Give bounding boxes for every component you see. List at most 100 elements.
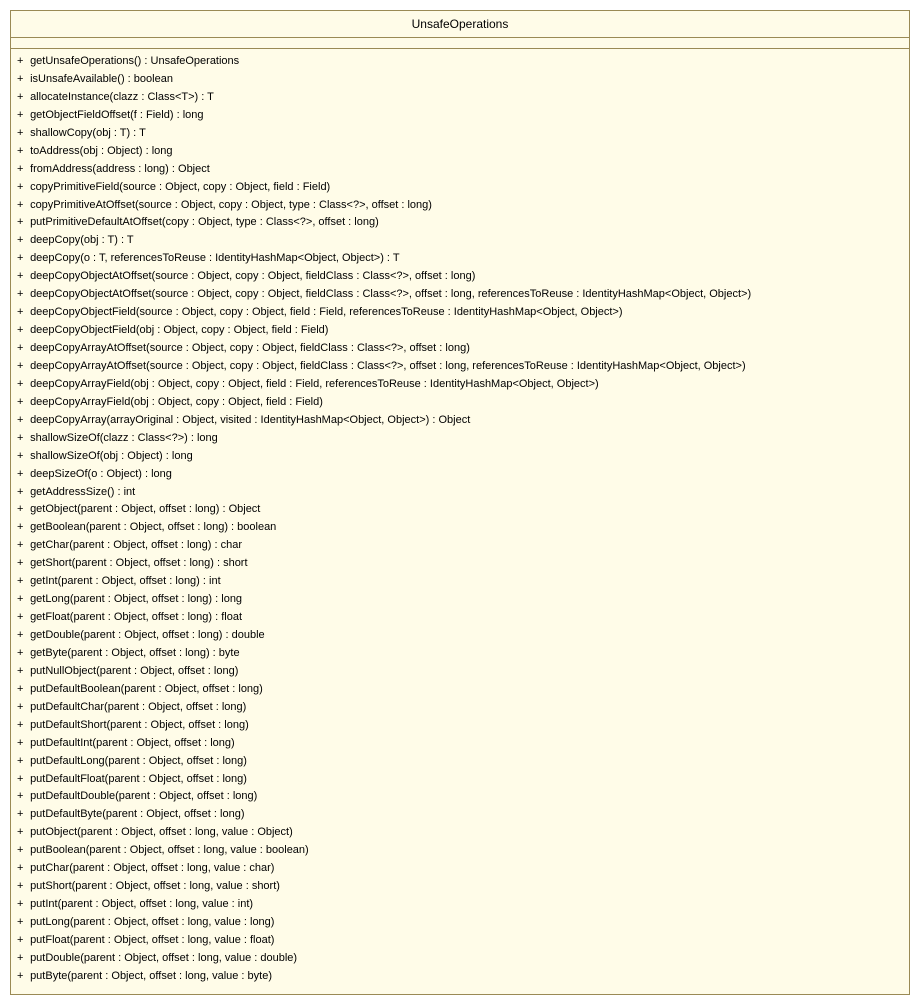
visibility-marker: + — [17, 969, 27, 985]
method-line: + getFloat(parent : Object, offset : lon… — [17, 609, 903, 627]
method-signature: shallowSizeOf(obj : Object) : long — [30, 450, 193, 462]
visibility-marker: + — [17, 897, 27, 913]
method-line: + putPrimitiveDefaultAtOffset(copy : Obj… — [17, 214, 903, 232]
method-line: + copyPrimitiveField(source : Object, co… — [17, 179, 903, 197]
method-line: + copyPrimitiveAtOffset(source : Object,… — [17, 197, 903, 215]
method-signature: putLong(parent : Object, offset : long, … — [30, 916, 274, 928]
visibility-marker: + — [17, 682, 27, 698]
method-signature: deepCopyArrayAtOffset(source : Object, c… — [30, 360, 746, 372]
methods-compartment: + getUnsafeOperations() : UnsafeOperatio… — [11, 49, 909, 994]
method-signature: deepCopyObjectAtOffset(source : Object, … — [30, 270, 475, 282]
visibility-marker: + — [17, 807, 27, 823]
visibility-marker: + — [17, 215, 27, 231]
method-line: + deepCopyArrayField(obj : Object, copy … — [17, 376, 903, 394]
method-line: + deepCopyObjectField(source : Object, c… — [17, 304, 903, 322]
method-line: + getInt(parent : Object, offset : long)… — [17, 573, 903, 591]
method-line: + getObjectFieldOffset(f : Field) : long — [17, 107, 903, 125]
visibility-marker: + — [17, 72, 27, 88]
method-line: + deepCopyObjectAtOffset(source : Object… — [17, 268, 903, 286]
visibility-marker: + — [17, 628, 27, 644]
method-line: + putFloat(parent : Object, offset : lon… — [17, 932, 903, 950]
method-line: + putDefaultLong(parent : Object, offset… — [17, 753, 903, 771]
visibility-marker: + — [17, 395, 27, 411]
visibility-marker: + — [17, 538, 27, 554]
method-signature: deepCopy(o : T, referencesToReuse : Iden… — [30, 252, 400, 264]
method-signature: getBoolean(parent : Object, offset : lon… — [30, 521, 276, 533]
method-signature: putDefaultBoolean(parent : Object, offse… — [30, 683, 263, 695]
visibility-marker: + — [17, 789, 27, 805]
visibility-marker: + — [17, 825, 27, 841]
method-line: + getBoolean(parent : Object, offset : l… — [17, 519, 903, 537]
method-signature: getDouble(parent : Object, offset : long… — [30, 629, 265, 641]
visibility-marker: + — [17, 592, 27, 608]
visibility-marker: + — [17, 610, 27, 626]
method-signature: deepCopyObjectField(obj : Object, copy :… — [30, 324, 328, 336]
method-signature: deepCopyObjectField(source : Object, cop… — [30, 306, 622, 318]
method-line: + putLong(parent : Object, offset : long… — [17, 914, 903, 932]
method-line: + getShort(parent : Object, offset : lon… — [17, 555, 903, 573]
visibility-marker: + — [17, 718, 27, 734]
visibility-marker: + — [17, 843, 27, 859]
method-line: + getDouble(parent : Object, offset : lo… — [17, 627, 903, 645]
visibility-marker: + — [17, 54, 27, 70]
method-line: + shallowSizeOf(obj : Object) : long — [17, 448, 903, 466]
method-signature: putInt(parent : Object, offset : long, v… — [30, 898, 253, 910]
method-line: + deepCopyArrayAtOffset(source : Object,… — [17, 340, 903, 358]
method-signature: shallowSizeOf(clazz : Class<?>) : long — [30, 432, 218, 444]
visibility-marker: + — [17, 413, 27, 429]
method-line: + putDefaultFloat(parent : Object, offse… — [17, 771, 903, 789]
method-signature: putChar(parent : Object, offset : long, … — [30, 862, 274, 874]
visibility-marker: + — [17, 323, 27, 339]
method-line: + deepCopy(o : T, referencesToReuse : Id… — [17, 250, 903, 268]
method-line: + isUnsafeAvailable() : boolean — [17, 71, 903, 89]
method-line: + toAddress(obj : Object) : long — [17, 143, 903, 161]
method-line: + shallowCopy(obj : T) : T — [17, 125, 903, 143]
method-line: + putDefaultDouble(parent : Object, offs… — [17, 788, 903, 806]
visibility-marker: + — [17, 574, 27, 590]
method-line: + deepCopy(obj : T) : T — [17, 232, 903, 250]
method-line: + deepCopyArray(arrayOriginal : Object, … — [17, 412, 903, 430]
visibility-marker: + — [17, 359, 27, 375]
method-signature: deepCopyObjectAtOffset(source : Object, … — [30, 288, 751, 300]
method-signature: putDefaultInt(parent : Object, offset : … — [30, 737, 235, 749]
visibility-marker: + — [17, 162, 27, 178]
visibility-marker: + — [17, 198, 27, 214]
method-line: + shallowSizeOf(clazz : Class<?>) : long — [17, 430, 903, 448]
visibility-marker: + — [17, 449, 27, 465]
visibility-marker: + — [17, 736, 27, 752]
visibility-marker: + — [17, 108, 27, 124]
method-signature: putNullObject(parent : Object, offset : … — [30, 665, 238, 677]
method-signature: fromAddress(address : long) : Object — [30, 163, 210, 175]
method-signature: deepCopyArrayField(obj : Object, copy : … — [30, 378, 599, 390]
visibility-marker: + — [17, 933, 27, 949]
method-signature: getObjectFieldOffset(f : Field) : long — [30, 109, 203, 121]
method-signature: copyPrimitiveField(source : Object, copy… — [30, 181, 330, 193]
method-line: + putBoolean(parent : Object, offset : l… — [17, 842, 903, 860]
visibility-marker: + — [17, 180, 27, 196]
method-signature: getByte(parent : Object, offset : long) … — [30, 647, 240, 659]
visibility-marker: + — [17, 754, 27, 770]
method-signature: getAddressSize() : int — [30, 486, 135, 498]
method-line: + deepCopyObjectAtOffset(source : Object… — [17, 286, 903, 304]
method-signature: putDefaultShort(parent : Object, offset … — [30, 719, 249, 731]
visibility-marker: + — [17, 305, 27, 321]
method-signature: getLong(parent : Object, offset : long) … — [30, 593, 242, 605]
method-signature: putDefaultChar(parent : Object, offset :… — [30, 701, 246, 713]
method-line: + putDefaultInt(parent : Object, offset … — [17, 735, 903, 753]
visibility-marker: + — [17, 485, 27, 501]
method-line: + deepCopyArrayAtOffset(source : Object,… — [17, 358, 903, 376]
method-signature: getInt(parent : Object, offset : long) :… — [30, 575, 221, 587]
method-signature: deepCopyArrayAtOffset(source : Object, c… — [30, 342, 470, 354]
class-name: UnsafeOperations — [11, 11, 909, 38]
visibility-marker: + — [17, 233, 27, 249]
visibility-marker: + — [17, 879, 27, 895]
method-line: + putDefaultShort(parent : Object, offse… — [17, 717, 903, 735]
visibility-marker: + — [17, 126, 27, 142]
method-line: + putDefaultBoolean(parent : Object, off… — [17, 681, 903, 699]
visibility-marker: + — [17, 431, 27, 447]
method-line: + putDefaultChar(parent : Object, offset… — [17, 699, 903, 717]
method-signature: allocateInstance(clazz : Class<T>) : T — [30, 91, 214, 103]
method-signature: putByte(parent : Object, offset : long, … — [30, 970, 272, 982]
method-signature: deepSizeOf(o : Object) : long — [30, 468, 172, 480]
method-line: + putShort(parent : Object, offset : lon… — [17, 878, 903, 896]
